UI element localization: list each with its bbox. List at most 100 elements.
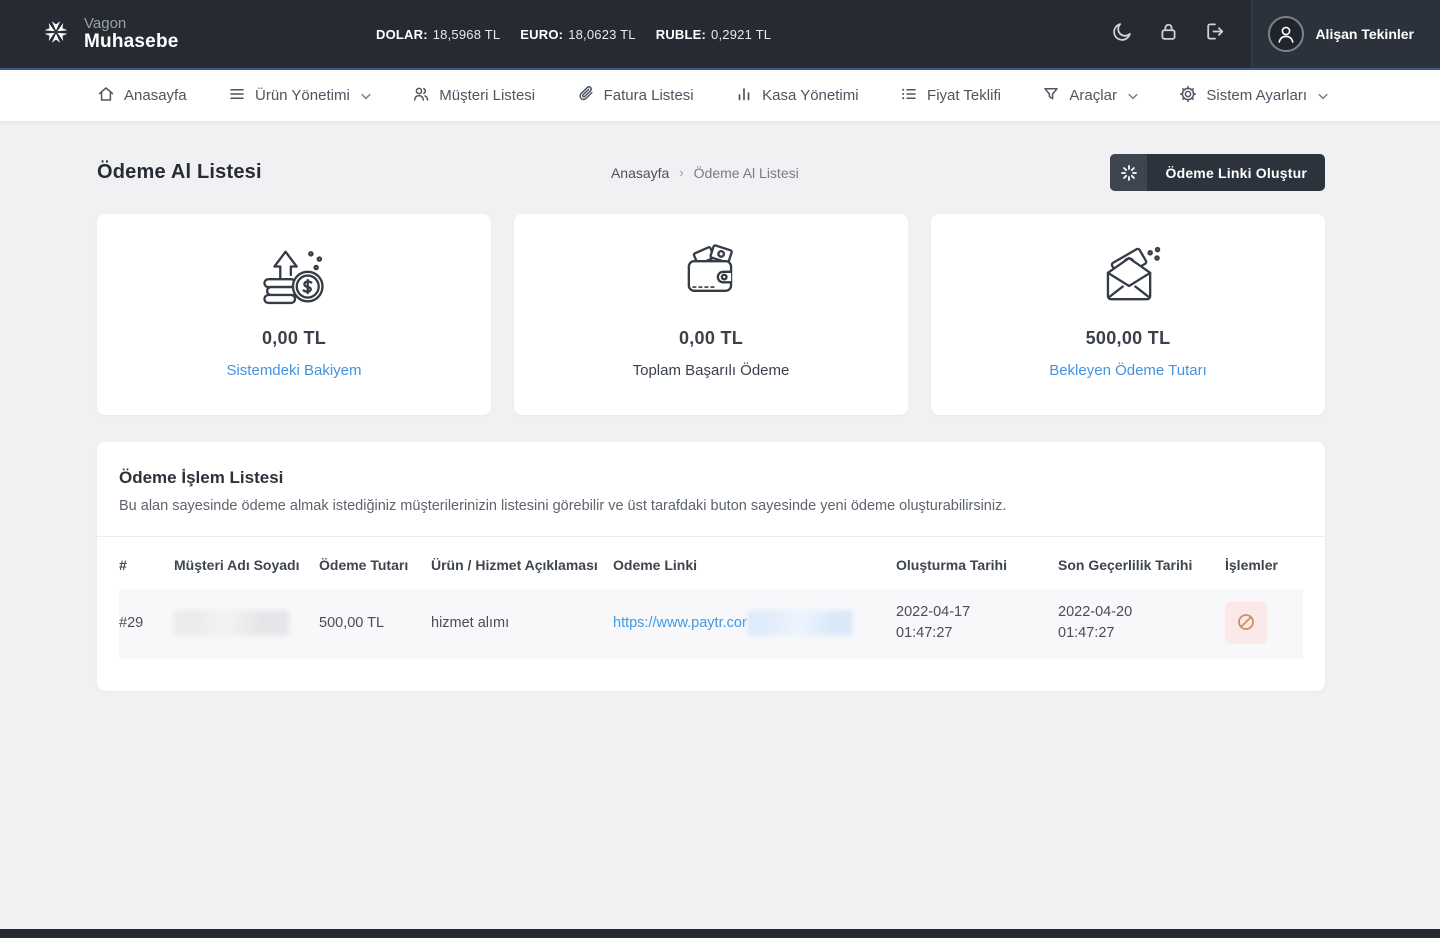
payment-link[interactable]: https://www.paytr.cor [613,613,747,634]
breadcrumb-home-link[interactable]: Anasayfa [611,165,669,181]
menu-icon [228,85,246,107]
rate-ruble: RUBLE: 0,2921 TL [656,27,771,42]
col-expiry-date: Son Geçerlilik Tarihi [1058,557,1193,573]
gear-icon [1179,85,1197,107]
user-avatar [1268,16,1305,52]
nav-label: Ürün Yönetimi [255,87,350,104]
nav-item-fiyat-teklifi[interactable]: Fiyat Teklifi [900,85,1001,107]
bar-chart-icon [735,85,753,107]
redacted-customer-name [174,610,289,637]
prohibition-icon [1236,612,1256,635]
col-id: # [119,557,127,573]
col-amount: Ödeme Tutarı [319,557,409,573]
home-icon [97,85,115,107]
nav-item-musteri-listesi[interactable]: Müşteri Listesi [412,85,535,107]
card-label-sistemdeki-bakiyem[interactable]: Sistemdeki Bakiyem [115,362,473,379]
card-value: 500,00 TL [1085,328,1171,348]
nav-label: Sistem Ayarları [1206,87,1307,104]
card-system-balance: 0,00 TL Sistemdeki Bakiyem [97,214,491,415]
breadcrumb-current: Ödeme Al Listesi [693,164,799,181]
moon-icon [1112,21,1133,47]
logo-text-top: Vagon [84,15,127,33]
created-time: 01:47:27 [896,625,953,642]
lock-screen-button[interactable] [1145,11,1191,57]
rate-ruble-label: RUBLE: [655,26,707,42]
nav-label: Müşteri Listesi [439,87,536,104]
expiry-time: 01:47:27 [1058,625,1115,642]
created-date: 2022-04-17 [896,604,971,621]
nav-label: Fatura Listesi [603,87,694,104]
nav-item-araclar[interactable]: Araçlar [1042,85,1138,107]
logout-icon [1204,21,1225,47]
rate-dolar-label: DOLAR: [376,26,428,42]
rate-ruble-value: 0,2921 TL [711,26,772,42]
table-row: #29 500,00 TL hizmet alımı https://www.p… [119,589,1303,660]
nav-item-urun-yonetimi[interactable]: Ürün Yönetimi [228,85,371,107]
nav-item-sistem-ayarlari[interactable]: Sistem Ayarları [1179,85,1328,107]
cell-customer [174,589,319,659]
card-total-paid: 0,00 TL Toplam Başarılı Ödeme [514,214,908,415]
col-description: Ürün / Hizmet Açıklaması [431,557,598,573]
col-created-date: Oluşturma Tarihi [896,557,1007,573]
table-header-row: # Müşteri Adı Soyadı Ödeme Tutarı Ürün /… [119,537,1303,589]
cell-created: 2022-04-17 01:47:27 [896,589,1058,659]
chevron-down-icon [1318,87,1328,104]
nav-item-kasa-yonetimi[interactable]: Kasa Yönetimi [735,85,859,107]
col-actions: İşlemler [1225,557,1278,573]
chevron-down-icon [1128,87,1138,104]
paperclip-icon [577,85,595,107]
rate-euro: EURO: 18,0623 TL [520,27,635,42]
payment-list-section: Ödeme İşlem Listesi Bu alan sayesinde öd… [97,442,1325,692]
nav-label: Fiyat Teklifi [927,87,1001,104]
cell-payment-link: https://www.paytr.cor [613,589,896,659]
logo-text-bottom: Muhasebe [84,30,179,52]
logout-button[interactable] [1191,11,1237,57]
rate-dolar-value: 18,5968 TL [432,26,501,42]
rate-euro-value: 18,0623 TL [568,26,636,42]
section-description: Bu alan sayesinde ödeme almak istediğini… [119,498,1007,514]
users-icon [412,85,430,107]
top-header: Vagon Muhasebe DOLAR: 18,5968 TL EURO: 18,… [0,0,1440,70]
page-title: Ödeme Al Listesi [97,161,262,183]
burst-spinner-icon [1110,154,1148,191]
logo-pinwheel-icon [38,14,74,55]
card-pending-amount: 500,00 TL Bekleyen Ödeme Tutarı [931,214,1325,415]
payments-table: # Müşteri Adı Soyadı Ödeme Tutarı Ürün /… [119,537,1303,660]
expiry-date: 2022-04-20 [1058,604,1133,621]
create-payment-link-button[interactable]: Ödeme Linki Oluştur [1110,154,1325,191]
breadcrumb: Anasayfa › Ödeme Al Listesi [502,165,907,181]
footer-bar [0,929,1440,938]
section-title: Ödeme İşlem Listesi [119,468,284,487]
main-nav: Anasayfa Ürün Yönetimi Müşteri Listesi F… [0,70,1440,122]
nav-label: Anasayfa [124,87,187,104]
dark-mode-button[interactable] [1099,11,1145,57]
envelope-money-icon [949,240,1307,312]
cell-amount: 500,00 TL [319,614,385,631]
lock-icon [1158,21,1179,47]
chevron-down-icon [361,87,371,104]
create-payment-link-label: Ödeme Linki Oluştur [1165,164,1307,181]
redacted-link-part [746,610,853,637]
nav-item-fatura-listesi[interactable]: Fatura Listesi [577,85,694,107]
app-logo[interactable]: Vagon Muhasebe [38,14,179,55]
cell-actions [1225,589,1303,659]
card-label-bekleyen-odeme-tutari[interactable]: Bekleyen Ödeme Tutarı [949,362,1307,379]
cell-id: #29 [119,614,144,631]
filter-icon [1042,85,1060,107]
list-icon [900,85,918,107]
user-name: Alişan Tekinler [1315,26,1414,42]
card-label-toplam-basarili-odeme: Toplam Başarılı Ödeme [632,362,790,379]
breadcrumb-separator: › [679,165,684,180]
nav-item-anasayfa[interactable]: Anasayfa [97,85,187,107]
card-value: 0,00 TL [261,328,327,348]
col-customer: Müşteri Adı Soyadı [174,557,300,573]
rate-dolar: DOLAR: 18,5968 TL [376,27,500,42]
cell-expiry: 2022-04-20 01:47:27 [1058,589,1225,659]
rate-euro-label: EURO: [520,26,564,42]
nav-label: Araçlar [1069,87,1117,104]
coins-up-icon [115,240,473,312]
cancel-payment-button[interactable] [1225,602,1267,645]
col-payment-link: Odeme Linki [613,557,698,573]
user-menu[interactable]: Alişan Tekinler [1251,0,1440,68]
currency-rates: DOLAR: 18,5968 TL EURO: 18,0623 TL RUBLE: 0… [376,27,771,42]
